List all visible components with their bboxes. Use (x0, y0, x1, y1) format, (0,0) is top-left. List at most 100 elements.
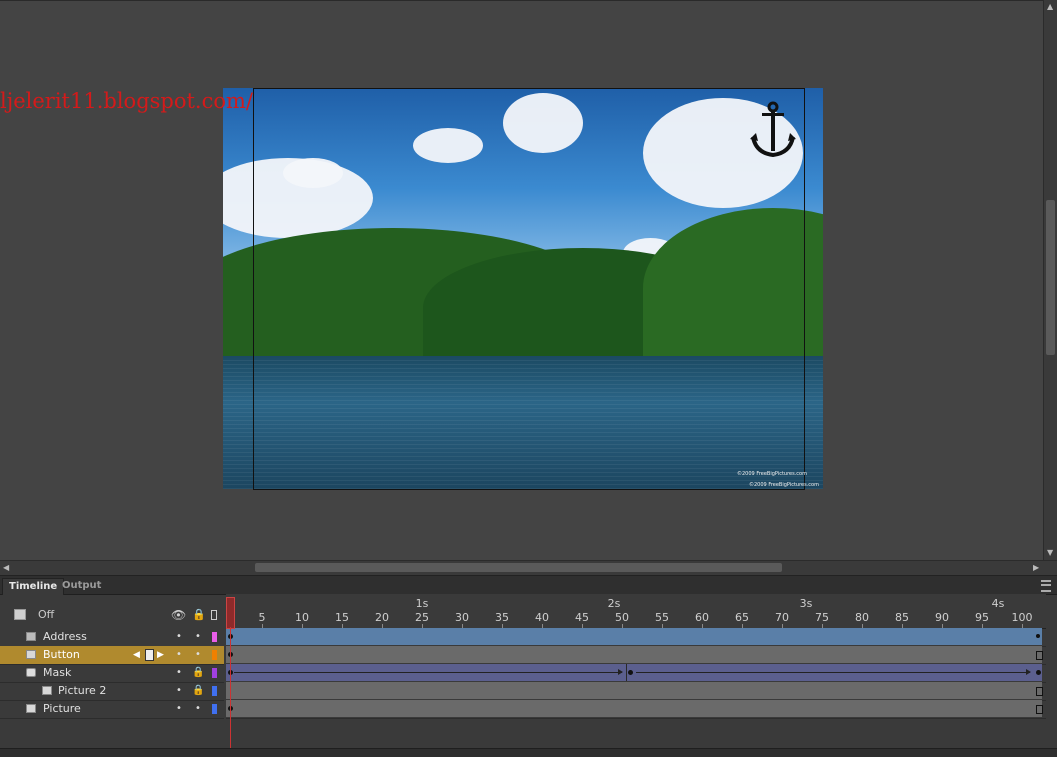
scroll-left-icon[interactable]: ◀ (3, 563, 9, 572)
frame-track-picture[interactable] (226, 700, 1046, 719)
layer-name[interactable]: Address (43, 628, 87, 646)
visibility-dot[interactable]: • (176, 646, 182, 664)
tab-timeline[interactable]: Timeline (2, 578, 65, 595)
ruler-frame-label: 30 (455, 611, 469, 624)
layer-color-swatch[interactable] (212, 632, 217, 642)
lock-dot[interactable]: • (195, 646, 201, 664)
frame-span[interactable] (226, 682, 1042, 699)
ruler-frame-label: 20 (375, 611, 389, 624)
prev-keyframe-icon[interactable]: ◀ (133, 646, 140, 664)
panel-menu-icon[interactable] (1041, 580, 1051, 592)
ruler-frame-label: 50 (615, 611, 629, 624)
layer-row-picture[interactable]: Picture • • (0, 700, 224, 719)
ruler-frame-label: 10 (295, 611, 309, 624)
frame-track-address[interactable] (226, 628, 1046, 647)
frame-span[interactable] (226, 628, 1042, 645)
mask-layer-icon (26, 668, 36, 677)
layer-color-swatch[interactable] (212, 686, 217, 696)
visibility-dot[interactable]: • (176, 664, 182, 682)
lock-dot[interactable]: • (195, 700, 201, 718)
playhead-line[interactable] (230, 627, 231, 756)
panel-tab-bar: Timeline Output (0, 576, 1057, 595)
motion-tween-arrow (234, 669, 623, 675)
horizontal-scroll-thumb[interactable] (255, 563, 782, 572)
end-frame[interactable] (1036, 651, 1043, 660)
visibility-dot[interactable]: • (176, 628, 182, 646)
visibility-dot[interactable]: • (176, 700, 182, 718)
scroll-down-icon[interactable]: ▼ (1047, 548, 1053, 557)
keyframe[interactable] (1036, 634, 1040, 638)
end-frame[interactable] (1036, 687, 1043, 696)
ruler-frame-label: 5 (258, 611, 266, 624)
ruler-frame-label: 90 (935, 611, 949, 624)
layer-color-swatch[interactable] (212, 668, 217, 678)
lock-dot[interactable]: • (195, 628, 201, 646)
layer-color-swatch[interactable] (212, 704, 217, 714)
ruler-frame-label: 45 (575, 611, 589, 624)
keyframe[interactable] (1036, 670, 1041, 675)
vertical-scrollbar[interactable]: ▲ ▼ (1043, 0, 1057, 560)
anchor-icon[interactable] (750, 101, 796, 159)
outline-all-icon[interactable] (211, 610, 217, 620)
ruler-frame-label: 35 (495, 611, 509, 624)
horizontal-scrollbar[interactable]: ◀ ▶ (0, 560, 1057, 575)
ruler-frame-label: 70 (775, 611, 789, 624)
next-keyframe-icon[interactable]: ▶ (157, 646, 164, 664)
camera-off-label[interactable]: Off (38, 608, 54, 621)
layer-header: Off 👁 🔒 (0, 596, 224, 628)
ruler-frame-label: 25 (415, 611, 429, 624)
ruler-frame-label: 60 (695, 611, 709, 624)
layer-color-swatch[interactable] (212, 650, 217, 660)
cloud (503, 93, 583, 153)
frame-track-mask[interactable] (226, 664, 1046, 683)
playhead-handle[interactable] (226, 597, 235, 629)
layer-name[interactable]: Picture (43, 700, 81, 718)
layer-row-picture-2[interactable]: Picture 2 • 🔒 (0, 682, 224, 701)
ruler-frame-label: 65 (735, 611, 749, 624)
layer-row-mask[interactable]: Mask • 🔒 (0, 664, 224, 683)
cloud (413, 128, 483, 163)
ruler-frame-label: 100 (1011, 611, 1033, 624)
layer-icon (26, 704, 36, 713)
layer-name[interactable]: Picture 2 (58, 682, 106, 700)
ruler-second-label: 2s (607, 597, 621, 610)
timeline-panel: Timeline Output Off 👁 🔒 1510152025303540… (0, 575, 1057, 757)
layer-row-address[interactable]: Address • • (0, 628, 224, 647)
frame-track-picture-2[interactable] (226, 682, 1046, 701)
frame-span[interactable] (226, 646, 1042, 663)
add-keyframe-icon[interactable] (145, 649, 154, 661)
frame-span[interactable] (226, 700, 1042, 717)
ruler-second-label: 3s (799, 597, 813, 610)
visibility-dot[interactable]: • (176, 682, 182, 700)
stage-picture[interactable] (223, 88, 823, 489)
layer-name[interactable]: Mask (43, 664, 71, 682)
camera-layer-icon[interactable] (14, 609, 26, 620)
ruler-frame-label: 15 (335, 611, 349, 624)
layer-row-button[interactable]: Button ◀ ▶ • • (0, 646, 224, 665)
motion-tween-arrow (636, 669, 1031, 675)
show-all-eye-icon[interactable]: 👁 (171, 608, 186, 622)
masked-layer-icon (42, 686, 52, 695)
lock-icon[interactable]: 🔒 (192, 664, 204, 682)
lake-ripple (223, 360, 823, 489)
scroll-right-icon[interactable]: ▶ (1033, 563, 1039, 572)
scroll-up-icon[interactable]: ▲ (1047, 2, 1053, 11)
ruler-second-label: 4s (991, 597, 1005, 610)
end-frame[interactable] (1036, 705, 1043, 714)
tween-divider (626, 664, 627, 681)
tab-output[interactable]: Output (56, 578, 107, 594)
stage-area[interactable]: ljelerit11.blogspot.com/ ©2009 FreeBigPi… (0, 0, 1043, 561)
ruler-frame-label: 40 (535, 611, 549, 624)
watermark-url: ljelerit11.blogspot.com/ (0, 89, 254, 113)
forest-hill (643, 208, 823, 368)
keyframe[interactable] (628, 670, 633, 675)
vertical-scroll-thumb[interactable] (1046, 200, 1055, 355)
frame-ruler[interactable]: 1510152025303540455055606570758085909510… (226, 594, 1046, 629)
frame-track-button[interactable] (226, 646, 1046, 665)
ruler-frame-label: 85 (895, 611, 909, 624)
guide-layer-icon (26, 632, 36, 641)
lock-icon[interactable]: 🔒 (192, 682, 204, 700)
lock-all-icon[interactable]: 🔒 (192, 608, 206, 621)
layer-name[interactable]: Button (43, 646, 80, 664)
ruler-frame-label: 80 (855, 611, 869, 624)
